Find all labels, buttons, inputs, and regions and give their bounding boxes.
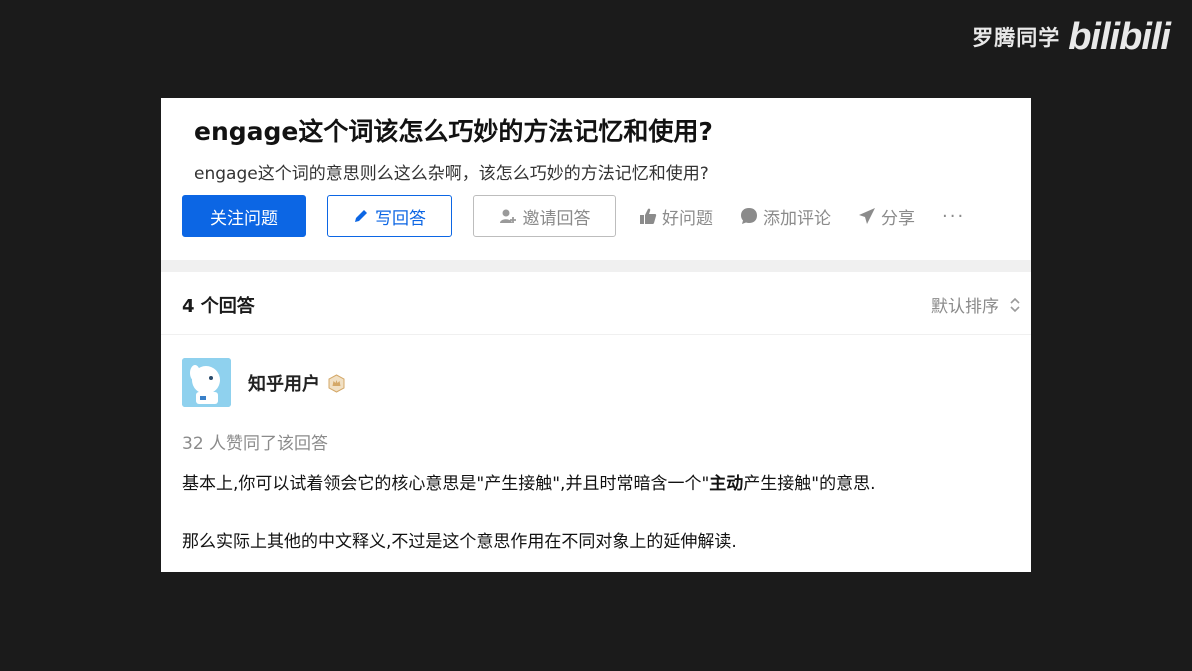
question-header: engage这个词该怎么巧妙的方法记忆和使用? engage这个词的意思则么这么… [161, 98, 1031, 260]
answer-paragraph: 那么实际上其他的中文释义,不过是这个意思作用在不同对象上的延伸解读. [182, 532, 737, 552]
good-question-label: 好问题 [662, 208, 713, 229]
author-info: 知乎用户 [248, 370, 346, 396]
section-divider [161, 260, 1031, 272]
good-question-button[interactable]: 好问题 [639, 204, 713, 229]
sort-selector[interactable]: 默认排序 [931, 292, 1021, 317]
sort-chevrons-icon [1009, 296, 1021, 314]
pencil-icon [353, 208, 369, 224]
add-comment-label: 添加评论 [763, 208, 831, 229]
follow-question-button[interactable]: 关注问题 [182, 195, 306, 237]
question-title[interactable]: engage这个词该怎么巧妙的方法记忆和使用? [194, 112, 713, 148]
bilibili-watermark: 罗腾同学 bilibili [972, 16, 1171, 58]
sort-label: 默认排序 [931, 297, 999, 317]
answer-text: 产生接触"的意思. [743, 474, 876, 494]
write-answer-label: 写回答 [375, 208, 426, 229]
share-label: 分享 [881, 208, 915, 229]
share-button[interactable]: 分享 [858, 204, 915, 229]
question-card: engage这个词该怎么巧妙的方法记忆和使用? engage这个词的意思则么这么… [161, 98, 1031, 572]
answer-text: 基本上,你可以试着领会它的核心意思是"产生接触",并且时常暗含一个" [182, 474, 710, 494]
verified-badge-icon [327, 373, 346, 393]
follow-button-label: 关注问题 [210, 208, 278, 229]
bilibili-logo: bilibili [1068, 16, 1171, 58]
avatar[interactable] [182, 358, 231, 407]
comment-bubble-icon [740, 207, 758, 225]
answer-bold-text: 主动 [709, 474, 744, 494]
answer-paragraph: 基本上,你可以试着领会它的核心意思是"产生接触",并且时常暗含一个"主动产生接触… [182, 469, 876, 494]
question-actions: 关注问题 写回答 邀请回答 好问题 添加评论 分享 ··· [182, 195, 965, 237]
thumbs-up-icon [639, 207, 657, 225]
author-name[interactable]: 知乎用户 [248, 370, 320, 396]
more-options-button[interactable]: ··· [942, 206, 965, 227]
watermark-channel-name: 罗腾同学 [972, 26, 1061, 50]
add-comment-button[interactable]: 添加评论 [740, 204, 831, 229]
write-answer-button[interactable]: 写回答 [327, 195, 452, 237]
answers-header: 4 个回答 默认排序 [161, 272, 1031, 335]
invite-answer-label: 邀请回答 [522, 208, 591, 229]
answer-count: 4 个回答 [182, 296, 255, 317]
share-arrow-icon [858, 207, 876, 225]
question-description: engage这个词的意思则么这么杂啊，该怎么巧妙的方法记忆和使用? [194, 164, 709, 184]
invite-answer-button[interactable]: 邀请回答 [473, 195, 616, 237]
vote-count: 32 人赞同了该回答 [182, 434, 329, 454]
invite-user-icon [499, 208, 517, 224]
